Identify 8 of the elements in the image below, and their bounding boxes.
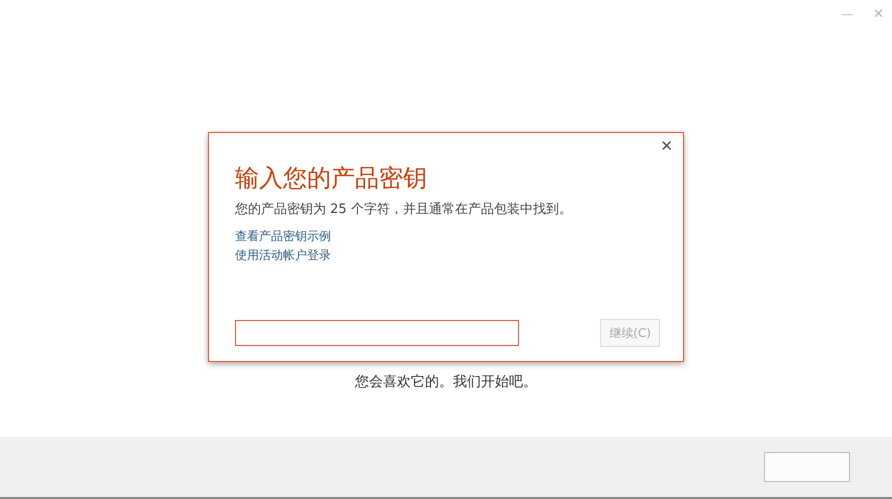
subtitle: 您会喜欢它的。我们开始吧。 bbox=[355, 373, 537, 392]
link[interactable]: 查看产品密钥示例 bbox=[235, 228, 331, 244]
dialog-title: 输入您的产品密钥 bbox=[235, 163, 427, 193]
description: 您的产品密钥为 25 个字符，并且通常在产品包装中找到。 bbox=[235, 201, 572, 219]
next-button[interactable] bbox=[764, 452, 850, 482]
product-key-field[interactable] bbox=[235, 320, 519, 346]
link[interactable]: 使用活动帐户登录 bbox=[235, 246, 331, 264]
close-button[interactable]: ✕ bbox=[660, 139, 673, 154]
